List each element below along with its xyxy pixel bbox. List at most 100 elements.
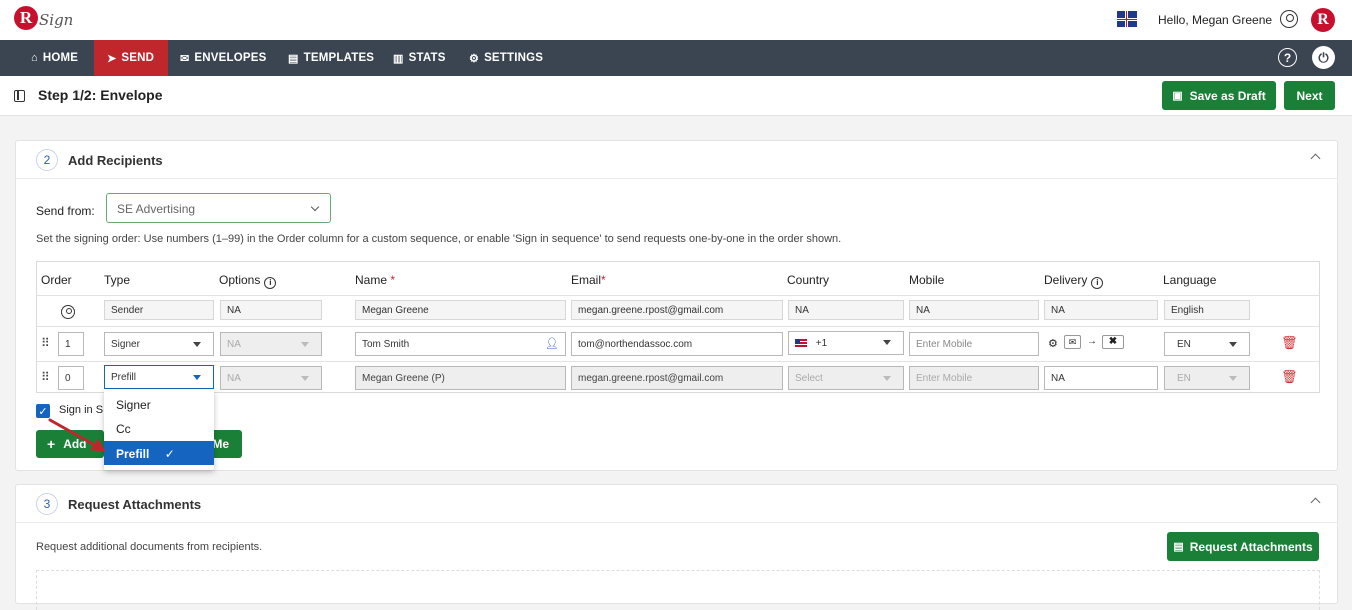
contact-lookup-icon[interactable]: 👤︎ <box>545 337 559 350</box>
top-bar: R Sign Hello, Megan Greene R <box>0 0 1352 40</box>
attachments-header[interactable]: 3 Request Attachments <box>16 485 1337 523</box>
type-select[interactable]: Signer <box>104 332 214 356</box>
type-option-prefill-label: Prefill <box>116 447 150 461</box>
annotation-arrow-icon <box>48 418 106 452</box>
send-from-select[interactable]: SE Advertising <box>106 193 331 223</box>
send-icon: ➤ <box>107 52 117 65</box>
col-delivery-label: Delivery <box>1044 273 1088 287</box>
document-icon: ▤ <box>1173 541 1184 553</box>
type-option-prefill[interactable]: Prefill ✓ <box>104 441 214 465</box>
nav-send[interactable]: ➤ SEND <box>94 40 168 76</box>
sidebar-toggle-icon[interactable] <box>14 90 25 102</box>
col-type: Type <box>104 273 131 287</box>
caret-down-icon <box>883 340 891 345</box>
col-country: Country <box>787 273 830 287</box>
delete-row-trash-icon[interactable]: 🗑︎ <box>1281 335 1298 351</box>
attachments-description: Request additional documents from recipi… <box>36 541 263 553</box>
mobile-input[interactable]: Enter Mobile <box>909 332 1039 356</box>
col-options: Options i <box>219 273 277 289</box>
mobile-input: Enter Mobile <box>909 366 1039 390</box>
caret-down-icon <box>883 376 891 381</box>
logo-text: Sign <box>39 11 74 29</box>
email-input: megan.greene.rpost@gmail.com <box>571 366 783 390</box>
save-as-draft-button[interactable]: ▣ Save as Draft <box>1162 81 1276 110</box>
nav-envelopes-label: ENVELOPES <box>194 52 267 64</box>
country-code: +1 <box>815 338 828 349</box>
col-mobile: Mobile <box>909 273 945 287</box>
options-value: NA <box>227 373 241 384</box>
section-title: Add Recipients <box>68 153 163 168</box>
delete-row-trash-icon[interactable]: 🗑︎ <box>1281 369 1298 385</box>
sender-mobile: NA <box>909 300 1039 320</box>
save-icon: ▣ <box>1172 90 1183 102</box>
country-select: Select <box>788 366 904 390</box>
col-email: Email* <box>571 273 606 287</box>
delivery-settings-gear-icon[interactable]: ⚙ <box>1048 337 1058 350</box>
sender-country: NA <box>788 300 904 320</box>
greeting: Hello, Megan Greene <box>1158 13 1273 27</box>
sign-in-sequence-label: Sign in S <box>59 404 104 416</box>
drag-handle-icon[interactable]: ⠿ <box>41 370 50 384</box>
uk-flag-icon[interactable] <box>1117 11 1137 27</box>
nav-stats[interactable]: ▥ STATS <box>393 40 446 76</box>
col-name: Name * <box>355 273 395 287</box>
info-icon[interactable]: i <box>1091 277 1104 289</box>
col-delivery: Delivery i <box>1044 273 1104 289</box>
sender-language: English <box>1164 300 1250 320</box>
home-icon: ⌂ <box>31 52 38 64</box>
send-from-value: SE Advertising <box>117 202 196 216</box>
nav-templates[interactable]: ▤ TEMPLATES <box>288 40 374 76</box>
request-attachments-button[interactable]: ▤ Request Attachments <box>1167 532 1319 561</box>
language-value: EN <box>1177 339 1191 350</box>
email-delivery-icon[interactable]: ✉ <box>1064 335 1081 349</box>
collapse-chevron-icon[interactable] <box>1310 153 1321 164</box>
collapse-chevron-icon[interactable] <box>1310 497 1321 508</box>
gear-icon: ⚙ <box>469 52 480 65</box>
order-input[interactable]: 0 <box>58 366 84 390</box>
email-input[interactable]: tom@northendassoc.com <box>571 332 783 356</box>
recipients-header[interactable]: 2 Add Recipients <box>16 141 1337 179</box>
type-select-open[interactable]: Prefill <box>104 365 214 389</box>
sms-delivery-off-icon[interactable]: ✖ <box>1102 335 1124 349</box>
power-icon[interactable]: ⏻ <box>1312 46 1335 69</box>
sender-options: NA <box>220 300 322 320</box>
options-select: NA <box>220 366 322 390</box>
type-option-signer[interactable]: Signer <box>104 392 214 416</box>
step-number-badge: 3 <box>36 493 58 515</box>
info-icon[interactable]: i <box>264 277 277 289</box>
sender-icon <box>61 305 75 319</box>
row-divider <box>37 295 1319 296</box>
user-profile-icon[interactable] <box>1280 10 1298 28</box>
sender-delivery: NA <box>1044 300 1158 320</box>
nav-templates-label: TEMPLATES <box>303 52 375 64</box>
section-title: Request Attachments <box>68 497 202 512</box>
caret-down-icon <box>1229 376 1237 381</box>
caret-down-icon <box>193 342 201 347</box>
name-input[interactable]: Tom Smith 👤︎ <box>355 332 566 356</box>
chevron-down-icon <box>310 202 320 212</box>
step-bar: Step 1/2: Envelope <box>0 76 1352 116</box>
type-option-cc[interactable]: Cc <box>104 416 214 440</box>
nav-envelopes[interactable]: ✉ ENVELOPES <box>180 40 267 76</box>
drag-handle-icon[interactable]: ⠿ <box>41 336 50 350</box>
nav-home[interactable]: ⌂ HOME <box>20 40 94 76</box>
name-value: Tom Smith <box>362 339 410 350</box>
required-mark: * <box>601 273 606 287</box>
help-icon[interactable]: ? <box>1278 48 1297 67</box>
rsign-logo[interactable]: R Sign <box>14 6 73 30</box>
language-select[interactable]: EN <box>1164 332 1250 356</box>
nav-settings[interactable]: ⚙ SETTINGS <box>469 40 543 76</box>
order-input[interactable]: 1 <box>58 332 84 356</box>
required-mark: * <box>390 273 396 287</box>
type-value: Prefill <box>111 372 137 383</box>
next-button[interactable]: Next <box>1284 81 1335 110</box>
avatar[interactable]: R <box>1311 8 1335 32</box>
nav-stats-label: STATS <box>408 52 446 64</box>
country-select[interactable]: +1 <box>788 331 904 355</box>
attachments-list <box>36 570 1320 610</box>
request-attachments-label: Request Attachments <box>1189 539 1313 554</box>
type-dropdown-menu: Signer Cc Prefill ✓ <box>104 390 214 470</box>
step-number-badge: 2 <box>36 149 58 171</box>
nav-home-label: HOME <box>42 52 79 64</box>
language-value: EN <box>1177 373 1191 384</box>
